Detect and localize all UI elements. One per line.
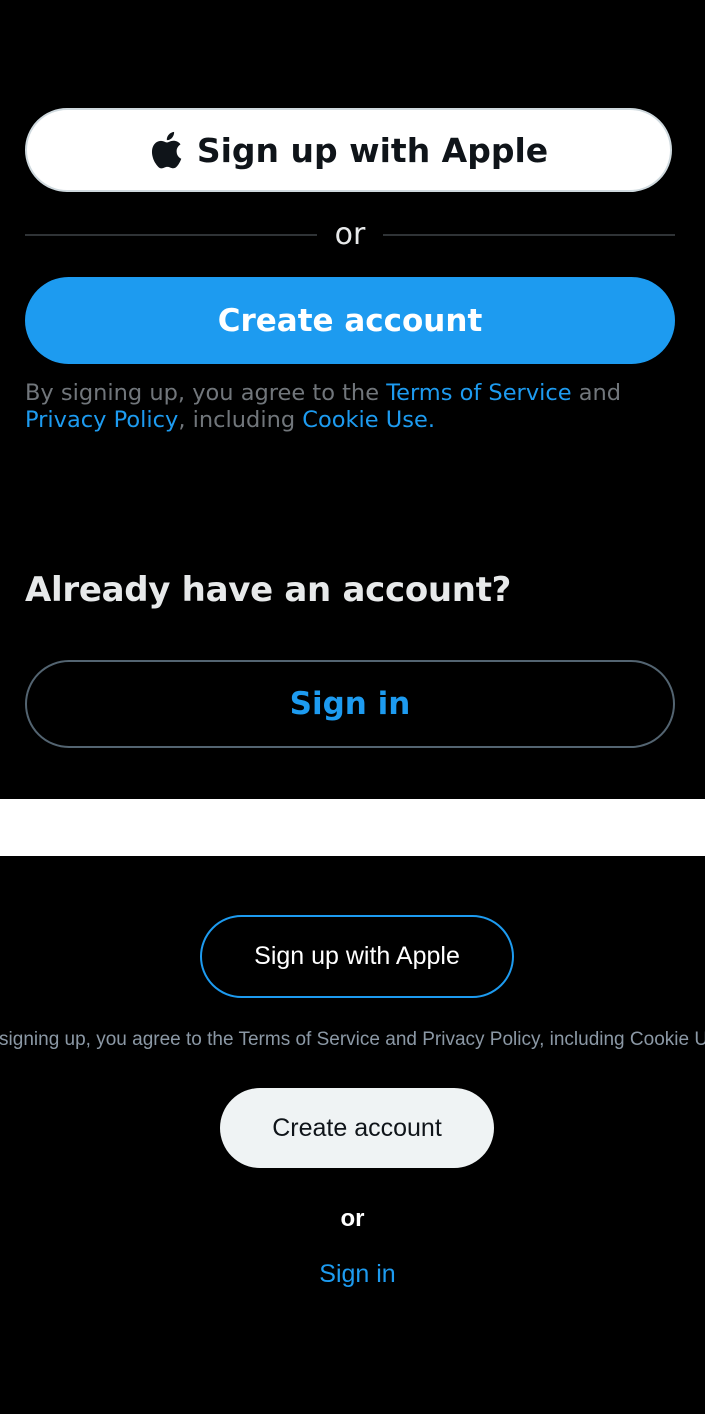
create-account-label-alt: Create account (272, 1113, 442, 1142)
terms-of-service-link[interactable]: Terms of Service (386, 380, 571, 406)
or-label-alt: or (340, 1205, 365, 1232)
divider-line-left (25, 234, 317, 236)
legal-prefix: By signing up, you agree to the (25, 380, 387, 406)
already-have-account-heading: Already have an account? (25, 570, 512, 610)
create-account-button-alt[interactable]: Create account (220, 1088, 494, 1168)
divider-line-right (383, 234, 676, 236)
create-account-label: Create account (217, 302, 483, 339)
sign-in-button[interactable]: Sign in (25, 660, 675, 748)
legal-and: and (571, 380, 622, 406)
create-account-button[interactable]: Create account (25, 277, 675, 364)
sign-up-with-apple-label-alt: Sign up with Apple (254, 942, 460, 970)
legal-including: , including (178, 407, 303, 433)
cookie-use-link[interactable]: Cookie Use. (302, 407, 435, 433)
signup-panel-top: Sign up with Apple or Create account By … (0, 0, 705, 799)
sign-in-label: Sign in (289, 686, 411, 722)
legal-notice-alt: By signing up, you agree to the Terms of… (0, 1029, 705, 1057)
legal-text-alt: By signing up, you agree to the Terms of… (0, 1029, 705, 1050)
legal-notice: By signing up, you agree to the Terms of… (25, 380, 675, 434)
sign-in-link[interactable]: Sign in (0, 1260, 705, 1289)
sign-up-with-apple-button[interactable]: Sign up with Apple (25, 108, 672, 192)
or-divider: or (25, 210, 676, 260)
sign-up-with-apple-button-alt[interactable]: Sign up with Apple (200, 915, 514, 998)
privacy-policy-link[interactable]: Privacy Policy (25, 407, 178, 433)
sign-up-with-apple-label: Sign up with Apple (196, 130, 549, 170)
or-label: or (334, 217, 366, 252)
apple-icon (151, 131, 182, 169)
signup-panel-bottom: Sign up with Apple By signing up, you ag… (0, 856, 705, 1414)
